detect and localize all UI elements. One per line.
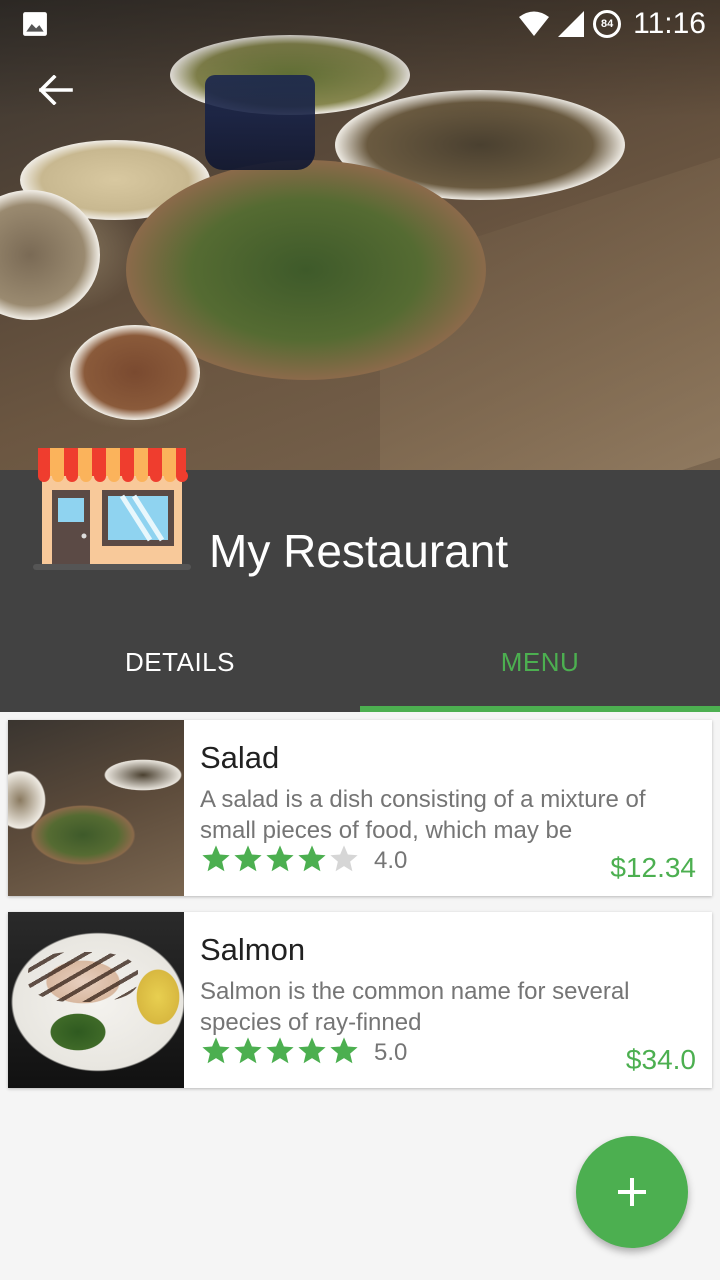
add-item-button[interactable]: [576, 1136, 688, 1248]
star-icon: [330, 1036, 358, 1063]
menu-item-description: A salad is a dish consisting of a mixtur…: [200, 786, 646, 844]
menu-item-price: $12.34: [610, 852, 696, 883]
star-icon: [202, 844, 230, 871]
image-icon: [23, 12, 47, 36]
star-icon: [298, 844, 326, 871]
star-icon: [202, 1036, 230, 1063]
menu-item-name: Salmon: [200, 932, 306, 967]
rating-bar: 4.0: [200, 844, 407, 878]
menu-item-description: Salmon is the common name for several sp…: [200, 978, 630, 1036]
tab-menu-label: MENU: [500, 646, 580, 677]
menu-item-price: $34.0: [625, 1044, 696, 1075]
menu-item-image: [8, 720, 184, 896]
signal-icon: [558, 11, 585, 37]
star-icon: [298, 1036, 326, 1063]
star-icon: [266, 1036, 294, 1063]
rating-bar: 5.0: [200, 1036, 407, 1070]
tab-menu[interactable]: MENU: [360, 612, 720, 712]
header-image: [0, 0, 720, 470]
back-button[interactable]: [30, 66, 82, 114]
star-icon: [234, 844, 262, 871]
menu-item-card[interactable]: Salmon Salmon is the common name for sev…: [8, 912, 712, 1088]
star-icon: [234, 1036, 262, 1063]
menu-item-card[interactable]: Salad A salad is a dish consisting of a …: [8, 720, 712, 896]
rating-value: 5.0: [374, 1039, 408, 1066]
star-icon: [266, 844, 294, 871]
tab-indicator: [360, 706, 720, 712]
restaurant-name: My Restaurant: [209, 525, 509, 577]
menu-item-name: Salad: [200, 740, 280, 775]
rating-value: 4.0: [374, 847, 408, 874]
star-icon: [330, 844, 358, 871]
battery-saver-icon: 84: [593, 10, 622, 38]
wifi-icon: [519, 11, 550, 36]
tab-bar: DETAILS MENU: [0, 612, 720, 712]
store-icon: [33, 448, 191, 570]
menu-item-image: [8, 912, 184, 1088]
add-icon: [618, 1178, 646, 1206]
status-bar: 84 11:16: [0, 0, 720, 48]
back-arrow-icon: [39, 75, 73, 105]
status-time: 11:16: [633, 7, 706, 40]
tab-details[interactable]: DETAILS: [0, 612, 360, 712]
